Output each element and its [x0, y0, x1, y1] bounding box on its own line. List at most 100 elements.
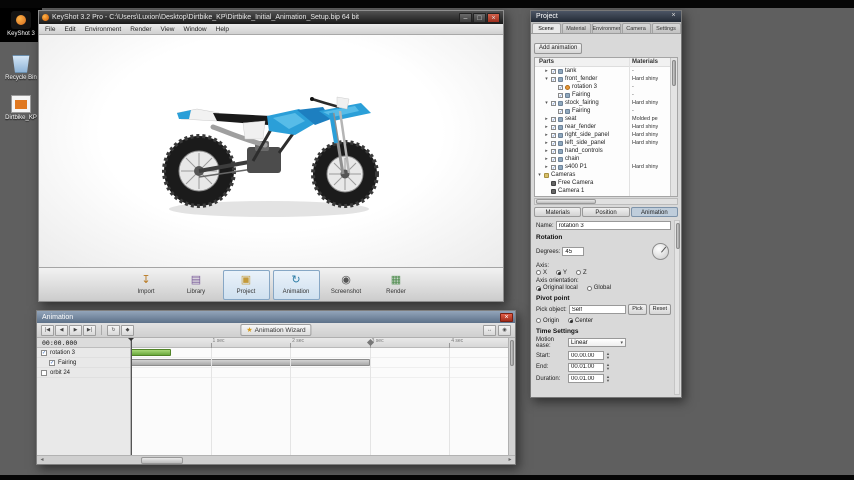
fit-timeline-button[interactable]: ↔ [483, 324, 496, 336]
visibility-checkbox[interactable]: ✓ [551, 148, 556, 154]
pivot-option-origin[interactable]: Origin [536, 318, 559, 324]
menu-file[interactable]: File [45, 24, 55, 35]
scroll-left-icon[interactable]: ◂ [38, 456, 46, 464]
menu-window[interactable]: Window [184, 24, 207, 35]
expand-arrow-icon[interactable]: ▸ [544, 123, 549, 131]
timeline-area[interactable]: 1 sec 2 sec 3 sec 4 sec [128, 338, 508, 455]
pivot-option-center[interactable]: Center [568, 318, 593, 324]
desktop-icon-dirtbike-kp[interactable]: Dirtbike_KP [0, 95, 42, 122]
tree-horizontal-scrollbar[interactable] [534, 198, 678, 205]
properties-scrollbar[interactable] [674, 220, 680, 395]
visibility-checkbox[interactable]: ✓ [558, 92, 563, 98]
material-cell[interactable]: Hard shiny [632, 140, 658, 146]
animation-bar-rotation-3[interactable] [131, 349, 171, 356]
spin-down-icon[interactable]: ▼ [606, 355, 610, 360]
expand-arrow-icon[interactable]: ▸ [544, 67, 549, 75]
viewport-3d[interactable] [39, 35, 503, 267]
material-cell[interactable]: Hard shiny [632, 100, 658, 106]
track-visibility-checkbox[interactable] [41, 369, 47, 376]
expand-arrow-icon[interactable]: ▸ [544, 139, 549, 147]
tree-row-chain[interactable]: ▸ ✓ chain [535, 155, 670, 163]
tree-row-fairing[interactable]: ✓ Fairing - [535, 107, 670, 115]
scrollbar-track[interactable] [47, 456, 505, 464]
axis-option-z[interactable]: Z [576, 270, 587, 276]
tree-scrollbar[interactable] [670, 58, 677, 196]
visibility-checkbox[interactable]: ✓ [551, 68, 556, 74]
material-cell[interactable]: - [632, 68, 634, 74]
menu-edit[interactable]: Edit [64, 24, 75, 35]
expand-arrow-icon[interactable]: ▸ [544, 155, 549, 163]
project-titlebar[interactable]: Project × [531, 11, 681, 22]
visibility-checkbox[interactable]: ✓ [551, 124, 556, 130]
tab-settings[interactable]: Settings [651, 23, 681, 33]
material-cell[interactable]: Molded pe [632, 116, 658, 122]
animation-titlebar[interactable]: Animation × [37, 311, 515, 323]
track-row-rotation-3[interactable]: ✓ rotation 3 [37, 348, 130, 358]
tab-material[interactable]: Material [561, 23, 591, 33]
tree-row-tank[interactable]: ▸ ✓ tank - [535, 67, 670, 75]
visibility-checkbox[interactable]: ✓ [551, 76, 556, 82]
material-cell[interactable]: Hard shiny [632, 132, 658, 138]
visibility-checkbox[interactable]: ✓ [551, 156, 556, 162]
end-time-stepper[interactable]: ▲ ▼ [606, 363, 610, 371]
material-cell[interactable]: - [632, 108, 634, 114]
tree-row-rotation-3[interactable]: ✓ rotation 3 - [535, 83, 670, 91]
subtab-materials[interactable]: Materials [534, 207, 582, 217]
orientation-option-original-local[interactable]: Original local [536, 285, 578, 291]
axis-option-y[interactable]: Y [556, 270, 567, 276]
collapse-arrow-icon[interactable]: ▾ [537, 171, 542, 179]
close-button[interactable]: × [487, 12, 500, 23]
expand-arrow-icon[interactable]: ▸ [544, 163, 549, 171]
material-cell[interactable]: Hard shiny [632, 76, 658, 82]
subtab-animation[interactable]: Animation [630, 207, 678, 217]
maximize-button[interactable]: □ [473, 12, 486, 23]
material-cell[interactable]: - [632, 84, 634, 90]
track-visibility-checkbox[interactable]: ✓ [49, 359, 55, 366]
visibility-checkbox[interactable]: ✓ [558, 108, 563, 114]
visibility-checkbox[interactable]: ✓ [551, 100, 556, 106]
degrees-input[interactable] [562, 247, 585, 256]
scroll-right-icon[interactable]: ▸ [506, 456, 514, 464]
add-animation-button[interactable]: Add animation [534, 43, 583, 54]
timeline-horizontal-scrollbar[interactable]: ◂ ▸ [37, 455, 515, 464]
spin-down-icon[interactable]: ▼ [606, 378, 610, 383]
menu-help[interactable]: Help [216, 24, 229, 35]
track-row-fairing[interactable]: ✓ Fairing [37, 358, 130, 368]
timeline-track-row[interactable] [131, 368, 508, 378]
scrollbar-handle[interactable] [676, 223, 680, 249]
tree-row-right-side-panel[interactable]: ▸ ✓ right_side_panel Hard shiny [535, 131, 670, 139]
rotation-dial[interactable] [652, 243, 669, 260]
keyshot-titlebar[interactable]: KeyShot 3.2 Pro - C:\Users\Luxion\Deskto… [39, 11, 503, 24]
animation-wizard-button[interactable]: ★ Animation Wizard [240, 324, 312, 336]
previous-frame-button[interactable]: ◀ [55, 324, 68, 336]
project-button[interactable]: ▣ Project [222, 269, 270, 300]
visibility-checkbox[interactable]: ✓ [551, 116, 556, 122]
animation-close-button[interactable]: × [500, 312, 513, 322]
end-time-input[interactable] [568, 362, 604, 372]
duration-stepper[interactable]: ▲ ▼ [606, 374, 610, 383]
tree-row-left-side-panel[interactable]: ▸ ✓ left_side_panel Hard shiny [535, 139, 670, 147]
tree-row-hand-controls[interactable]: ▸ ✓ hand_controls [535, 147, 670, 155]
scrollbar-handle[interactable] [672, 60, 676, 86]
start-time-input[interactable] [568, 351, 604, 360]
desktop-icon-keyshot-3[interactable]: KeyShot 3 [0, 8, 42, 42]
tab-environment[interactable]: Environment [591, 23, 621, 33]
tree-row-fairing[interactable]: ✓ Fairing - [535, 91, 670, 99]
animation-button[interactable]: ↻ Animation [272, 269, 320, 300]
import-button[interactable]: ↧ Import [123, 270, 170, 300]
material-cell[interactable]: - [632, 92, 634, 98]
animation-bar-fairing[interactable] [131, 359, 371, 366]
expand-arrow-icon[interactable]: ▸ [544, 147, 549, 155]
tab-scene[interactable]: Scene [531, 23, 561, 33]
spin-down-icon[interactable]: ▼ [606, 367, 610, 371]
desktop-icon-recycle-bin[interactable]: Recycle Bin [0, 55, 42, 82]
tree-row-free-camera[interactable]: Free Camera [535, 179, 670, 187]
tree-row-front-fender[interactable]: ▾ ✓ front_fender Hard shiny [535, 75, 670, 83]
subtab-position[interactable]: Position [582, 207, 630, 217]
start-time-stepper[interactable]: ▲ ▼ [606, 351, 610, 360]
tree-row-stock-fairing[interactable]: ▾ ✓ stock_fairing Hard shiny [535, 99, 670, 107]
tree-row-s400-p1[interactable]: ▸ ✓ s400 P1 Hard shiny [535, 163, 670, 171]
track-visibility-checkbox[interactable]: ✓ [41, 349, 47, 356]
screenshot-button[interactable]: ◉ Screenshot [323, 270, 370, 300]
scrollbar-handle[interactable] [141, 456, 183, 464]
